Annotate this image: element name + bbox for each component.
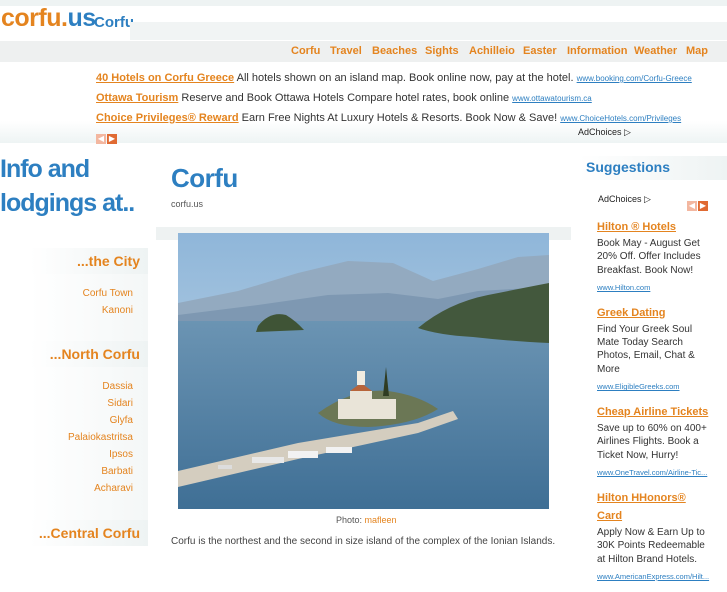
section-heading-city: ...the City <box>30 248 148 274</box>
top-ad-pager: ◀ ▶ <box>96 128 118 146</box>
section-heading-north: ...North Corfu <box>30 341 148 367</box>
header-band-mid <box>130 22 727 40</box>
nav-weather[interactable]: Weather <box>634 45 677 57</box>
right-ad-text: Find Your Greek Soul Mate Today Search P… <box>597 323 695 375</box>
link-dassia[interactable]: Dassia <box>102 381 133 392</box>
section-heading-central: ...Central Corfu <box>30 520 148 546</box>
left-title-line: lodgings at.. <box>0 189 135 217</box>
right-ad-url[interactable]: www.Hilton.com <box>597 283 650 292</box>
link-sidari[interactable]: Sidari <box>107 398 133 409</box>
link-glyfa[interactable]: Glyfa <box>110 415 133 426</box>
site-header: corfu.us Corfu Corfu Travel Beaches Sigh… <box>0 0 727 62</box>
right-ad-title[interactable]: Cheap Airline Tickets <box>597 406 708 418</box>
nav-map[interactable]: Map <box>686 45 708 57</box>
main-nav: Corfu Travel Beaches Sights Achilleio Ea… <box>0 41 727 62</box>
right-ad-text: Apply Now & Earn Up to 30K Points Redeem… <box>597 526 705 565</box>
logo-subtitle: Corfu <box>94 14 134 31</box>
top-ad-title[interactable]: 40 Hotels on Corfu Greece <box>96 72 234 84</box>
right-ad-title[interactable]: Hilton HHonors® Card <box>597 492 686 522</box>
link-corfu-town[interactable]: Corfu Town <box>83 288 133 299</box>
adchoices-label: AdChoices <box>578 127 622 137</box>
right-ad-url[interactable]: www.AmericanExpress.com/Hilt... <box>597 572 709 581</box>
nav-easter[interactable]: Easter <box>523 45 557 57</box>
north-links: Dassia Sidari Glyfa Palaiokastritsa Ipso… <box>68 378 133 497</box>
right-ad: Greek Dating Find Your Greek Soul Mate T… <box>597 303 712 394</box>
top-ad-title[interactable]: Choice Privileges® Reward <box>96 112 239 124</box>
top-ad-text: Reserve and Book Ottawa Hotels Compare h… <box>181 92 510 104</box>
photo-caption: Photo: mafleen <box>336 515 397 525</box>
right-ad-title[interactable]: Hilton ® Hotels <box>597 221 676 233</box>
top-ads: 40 Hotels on Corfu Greece All hotels sho… <box>96 72 692 132</box>
right-ad: Hilton HHonors® Card Apply Now & Earn Up… <box>597 488 712 584</box>
link-acharavi[interactable]: Acharavi <box>94 483 133 494</box>
adchoices-icon: ▷ <box>624 127 631 137</box>
top-ad-text: All hotels shown on an island map. Book … <box>236 72 574 84</box>
caption-prefix: Photo: <box>336 515 363 525</box>
intro-paragraph: Corfu is the northest and the second in … <box>171 536 556 547</box>
right-adchoices-label: AdChoices <box>598 194 642 204</box>
top-ad-url[interactable]: www.ChoiceHotels.com/Privileges <box>560 114 681 123</box>
nav-travel[interactable]: Travel <box>330 45 362 57</box>
page-subtitle: corfu.us <box>171 199 204 209</box>
right-adchoices-link[interactable]: AdChoices ▷ <box>598 194 651 205</box>
top-ad: Ottawa Tourism Reserve and Book Ottawa H… <box>96 92 636 112</box>
right-ad-url[interactable]: www.EligibleGreeks.com <box>597 382 680 391</box>
nav-beaches[interactable]: Beaches <box>372 45 417 57</box>
right-ads: Hilton ® Hotels Book May - August Get 20… <box>597 217 712 592</box>
right-ad-title[interactable]: Greek Dating <box>597 307 665 319</box>
logo-us-text: us <box>67 4 96 32</box>
right-ad-url[interactable]: www.OneTravel.com/Airline-Tic... <box>597 468 707 477</box>
nav-achilleio[interactable]: Achilleio <box>469 45 515 57</box>
site-logo[interactable]: corfu.us <box>1 4 96 33</box>
link-ipsos[interactable]: Ipsos <box>109 449 133 460</box>
nav-sights[interactable]: Sights <box>425 45 459 57</box>
adchoices-icon: ▷ <box>644 194 651 204</box>
top-ad-url[interactable]: www.booking.com/Corfu-Greece <box>577 74 692 83</box>
top-ad-text: Earn Free Nights At Luxury Hotels & Reso… <box>241 112 558 124</box>
prev-arrow-icon[interactable]: ◀ <box>687 201 697 211</box>
page-title: Corfu <box>171 163 238 193</box>
top-ad-url[interactable]: www.ottawatourism.ca <box>512 94 592 103</box>
link-kanoni[interactable]: Kanoni <box>102 305 133 316</box>
city-links: Corfu Town Kanoni <box>83 285 133 319</box>
right-ad-text: Book May - August Get 20% Off. Offer Inc… <box>597 238 701 276</box>
right-ad-pager: ◀ ▶ <box>687 195 709 213</box>
right-ad: Cheap Airline Tickets Save up to 60% on … <box>597 402 712 480</box>
next-arrow-icon[interactable]: ▶ <box>107 134 117 144</box>
nav-information[interactable]: Information <box>567 45 628 57</box>
right-ad-text: Save up to 60% on 400+ Airlines Flights.… <box>597 423 707 461</box>
corfu-photo <box>178 233 549 509</box>
top-ad-title[interactable]: Ottawa Tourism <box>96 92 178 104</box>
left-title-line: Info and <box>0 155 90 183</box>
top-ad: 40 Hotels on Corfu Greece All hotels sho… <box>96 72 692 92</box>
link-palaiokastritsa[interactable]: Palaiokastritsa <box>68 432 133 443</box>
top-ad: Choice Privileges® Reward Earn Free Nigh… <box>96 112 681 132</box>
nav-corfu[interactable]: Corfu <box>291 45 320 57</box>
prev-arrow-icon[interactable]: ◀ <box>96 134 106 144</box>
logo-main-text: corfu. <box>1 4 68 32</box>
right-ad: Hilton ® Hotels Book May - August Get 20… <box>597 217 712 295</box>
next-arrow-icon[interactable]: ▶ <box>698 201 708 211</box>
corfu-photo-image <box>178 233 549 509</box>
header-band <box>0 0 727 6</box>
photo-credit-link[interactable]: mafleen <box>365 515 397 525</box>
adchoices-link[interactable]: AdChoices ▷ <box>578 127 631 138</box>
left-title: Info and lodgings at.. <box>0 152 150 220</box>
link-barbati[interactable]: Barbati <box>101 466 133 477</box>
suggestions-title: Suggestions <box>586 159 671 175</box>
